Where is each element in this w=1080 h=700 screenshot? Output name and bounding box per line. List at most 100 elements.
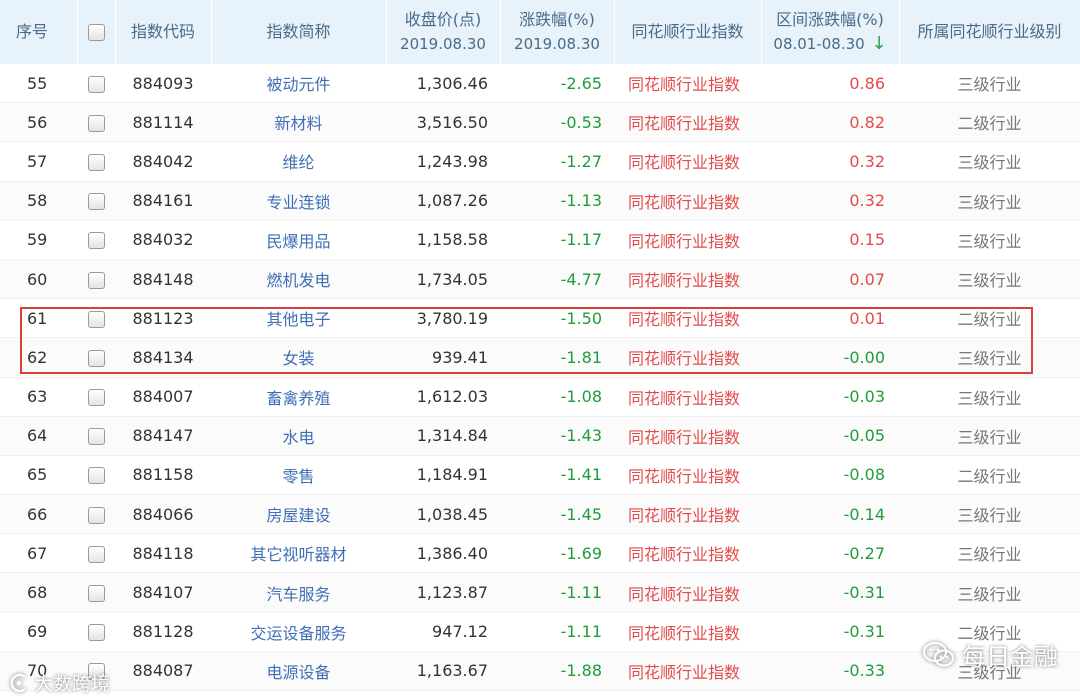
row-checkbox[interactable] xyxy=(77,141,115,182)
row-close-price: 3,780.19 xyxy=(386,298,500,339)
checkbox-icon[interactable] xyxy=(87,153,105,171)
header-change[interactable]: 涨跌幅(%) 2019.08.30 xyxy=(500,0,615,64)
table-row[interactable]: 63 884007 畜禽养殖 1,612.03 -1.08 同花顺行业指数 -0.03 三级行… xyxy=(0,377,1080,417)
row-checkbox[interactable] xyxy=(77,377,115,417)
header-range-change[interactable]: 区间涨跌幅(%) 08.01-08.30 ↓ xyxy=(761,0,900,64)
row-name-link[interactable]: 被动元件 xyxy=(211,64,386,104)
row-name-link[interactable]: 零售 xyxy=(211,455,386,496)
row-checkbox[interactable] xyxy=(77,220,115,260)
row-index-type[interactable]: 同花顺行业指数 xyxy=(614,181,761,221)
table-row[interactable]: 59 884032 民爆用品 1,158.58 -1.17 同花顺行业指数 0.15 三级行业 xyxy=(0,220,1080,260)
row-checkbox[interactable] xyxy=(77,533,115,574)
table-row[interactable]: 70 884087 电源设备 1,163.67 -1.88 同花顺行业指数 -0.33 三级行… xyxy=(0,651,1080,692)
checkbox-icon[interactable] xyxy=(87,624,105,642)
header-index-type[interactable]: 同花顺行业指数 xyxy=(614,0,762,64)
header-code[interactable]: 指数代码 xyxy=(115,0,212,64)
checkbox-icon[interactable] xyxy=(87,75,105,93)
checkbox-icon[interactable] xyxy=(87,232,105,250)
row-checkbox[interactable] xyxy=(77,337,115,378)
header-index[interactable]: 序号 xyxy=(0,0,78,64)
row-name-link[interactable]: 其他电子 xyxy=(211,298,386,339)
row-index-type[interactable]: 同花顺行业指数 xyxy=(614,651,761,692)
row-checkbox[interactable] xyxy=(77,298,115,339)
row-checkbox[interactable] xyxy=(77,572,115,613)
row-checkbox[interactable] xyxy=(77,259,115,300)
checkbox-icon[interactable] xyxy=(87,389,105,407)
row-checkbox[interactable] xyxy=(77,455,115,496)
table-row[interactable]: 62 884134 女装 939.41 -1.81 同花顺行业指数 -0.00 三级行业 xyxy=(0,337,1080,378)
row-index-type[interactable]: 同花顺行业指数 xyxy=(614,494,761,535)
row-name-link[interactable]: 维纶 xyxy=(211,141,386,182)
row-name-link[interactable]: 民爆用品 xyxy=(211,220,386,260)
table-row[interactable]: 65 881158 零售 1,184.91 -1.41 同花顺行业指数 -0.08 二级行业 xyxy=(0,455,1080,496)
header-close[interactable]: 收盘价(点) 2019.08.30 xyxy=(386,0,501,64)
checkbox-icon[interactable] xyxy=(87,585,105,603)
table-row[interactable]: 69 881128 交运设备服务 947.12 -1.11 同花顺行业指数 -0.31 二级行… xyxy=(0,612,1080,652)
row-index-type[interactable]: 同花顺行业指数 xyxy=(614,141,761,182)
table-row[interactable]: 67 884118 其它视听器材 1,386.40 -1.69 同花顺行业指数 -0.27 三… xyxy=(0,533,1080,574)
row-range-change: 0.32 xyxy=(761,141,899,182)
row-checkbox[interactable] xyxy=(77,416,115,456)
row-name-link[interactable]: 房屋建设 xyxy=(211,494,386,535)
row-checkbox[interactable] xyxy=(77,64,115,104)
checkbox-icon[interactable] xyxy=(87,310,105,328)
row-range-change: 0.15 xyxy=(761,220,899,260)
row-change-pct: -1.11 xyxy=(500,572,614,613)
row-index-type[interactable]: 同花顺行业指数 xyxy=(614,455,761,496)
header-industry-level[interactable]: 所属同花顺行业级别 xyxy=(899,0,1080,64)
checkbox-icon[interactable] xyxy=(87,428,105,446)
row-index-type[interactable]: 同花顺行业指数 xyxy=(614,612,761,652)
sort-desc-arrow-icon[interactable]: ↓ xyxy=(871,33,886,54)
row-index-type[interactable]: 同花顺行业指数 xyxy=(614,220,761,260)
row-close-price: 1,314.84 xyxy=(386,416,500,456)
row-name-link[interactable]: 专业连锁 xyxy=(211,181,386,221)
row-change-pct: -1.88 xyxy=(500,651,614,692)
checkbox-icon[interactable] xyxy=(87,467,105,485)
row-checkbox[interactable] xyxy=(77,612,115,652)
row-index-type[interactable]: 同花顺行业指数 xyxy=(614,572,761,613)
row-checkbox[interactable] xyxy=(77,102,115,143)
row-index-type[interactable]: 同花顺行业指数 xyxy=(614,259,761,300)
row-checkbox[interactable] xyxy=(77,494,115,535)
row-index-type[interactable]: 同花顺行业指数 xyxy=(614,102,761,143)
row-name-link[interactable]: 畜禽养殖 xyxy=(211,377,386,417)
row-index-type[interactable]: 同花顺行业指数 xyxy=(614,533,761,574)
row-index-type[interactable]: 同花顺行业指数 xyxy=(614,64,761,104)
row-index-type[interactable]: 同花顺行业指数 xyxy=(614,337,761,378)
checkbox-icon[interactable] xyxy=(87,545,105,563)
header-name[interactable]: 指数简称 xyxy=(211,0,387,64)
table-row[interactable]: 56 881114 新材料 3,516.50 -0.53 同花顺行业指数 0.82 二级行业 xyxy=(0,102,1080,143)
checkbox-icon[interactable] xyxy=(87,506,105,524)
row-checkbox[interactable] xyxy=(77,181,115,221)
row-index-type[interactable]: 同花顺行业指数 xyxy=(614,377,761,417)
checkbox-icon[interactable] xyxy=(87,349,105,367)
table-row[interactable]: 68 884107 汽车服务 1,123.87 -1.11 同花顺行业指数 -0.31 三级行… xyxy=(0,572,1080,613)
header-range-label: 区间涨跌幅(%) xyxy=(776,10,884,29)
row-name-link[interactable]: 新材料 xyxy=(211,102,386,143)
row-name-link[interactable]: 燃机发电 xyxy=(211,259,386,300)
table-row[interactable]: 58 884161 专业连锁 1,087.26 -1.13 同花顺行业指数 0.32 三级行业 xyxy=(0,181,1080,221)
row-name-link[interactable]: 电源设备 xyxy=(211,651,386,692)
checkbox-icon[interactable] xyxy=(87,271,105,289)
header-change-date: 2019.08.30 xyxy=(514,35,600,53)
row-name-link[interactable]: 女装 xyxy=(211,337,386,378)
table-row[interactable]: 66 884066 房屋建设 1,038.45 -1.45 同花顺行业指数 -0.14 三级行… xyxy=(0,494,1080,535)
table-row[interactable]: 64 884147 水电 1,314.84 -1.43 同花顺行业指数 -0.05 三级行业 xyxy=(0,416,1080,456)
table-row[interactable]: 55 884093 被动元件 1,306.46 -2.65 同花顺行业指数 0.86 三级行业 xyxy=(0,64,1080,104)
table-row[interactable]: 61 881123 其他电子 3,780.19 -1.50 同花顺行业指数 0.01 二级行业 xyxy=(0,298,1080,339)
row-close-price: 3,516.50 xyxy=(386,102,500,143)
row-name-link[interactable]: 水电 xyxy=(211,416,386,456)
checkbox-icon[interactable] xyxy=(87,114,105,132)
row-close-price: 1,163.67 xyxy=(386,651,500,692)
row-name-link[interactable]: 交运设备服务 xyxy=(211,612,386,652)
row-name-link[interactable]: 汽车服务 xyxy=(211,572,386,613)
checkbox-icon[interactable] xyxy=(87,193,105,211)
row-index-type[interactable]: 同花顺行业指数 xyxy=(614,416,761,456)
row-index-type[interactable]: 同花顺行业指数 xyxy=(614,298,761,339)
row-code: 884007 xyxy=(115,377,211,417)
row-name-link[interactable]: 其它视听器材 xyxy=(211,533,386,574)
table-row[interactable]: 60 884148 燃机发电 1,734.05 -4.77 同花顺行业指数 0.07 三级行业 xyxy=(0,259,1080,300)
row-code: 884087 xyxy=(115,651,211,692)
header-select-all-checkbox[interactable] xyxy=(77,0,116,64)
table-row[interactable]: 57 884042 维纶 1,243.98 -1.27 同花顺行业指数 0.32 三级行业 xyxy=(0,141,1080,182)
